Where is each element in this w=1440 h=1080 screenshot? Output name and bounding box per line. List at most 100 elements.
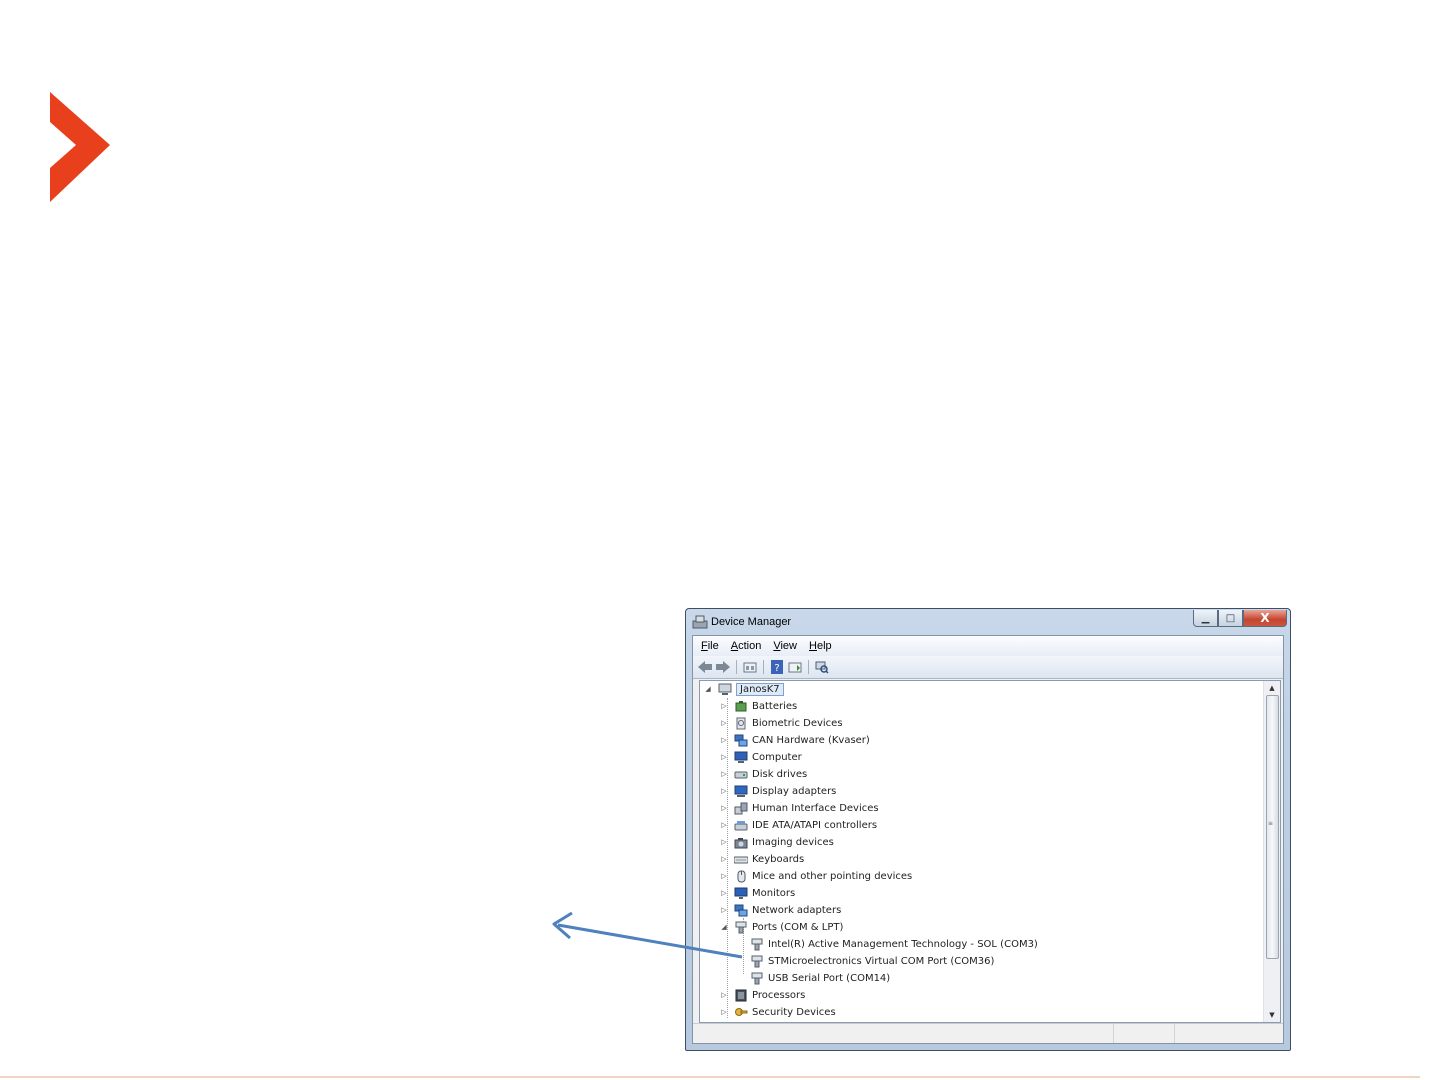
keyboard-icon [734,856,748,863]
network-icon [734,734,748,746]
expand-arrow-icon[interactable]: ▷ [720,770,728,778]
tree-category-label: Disk drives [752,768,808,780]
collapse-arrow-icon[interactable]: ◢ [704,685,712,693]
tree-category-label: CAN Hardware (Kvaser) [752,734,870,746]
tree-category-batteries[interactable]: ▷ Batteries [720,698,797,714]
menu-file[interactable]: File [701,640,719,652]
scrollbar-thumb[interactable] [1266,695,1279,959]
update-driver-icon[interactable] [787,659,803,675]
tree-category-mice[interactable]: ▷ Mice and other pointing devices [720,868,912,884]
scan-hardware-icon[interactable] [814,659,830,675]
tree-category-ide[interactable]: ▷ IDE ATA/ATAPI controllers [720,817,877,833]
expand-arrow-icon[interactable]: ▷ [720,838,728,846]
tree-category-label: Computer [752,751,802,763]
minimize-button[interactable]: ▁ [1193,610,1218,627]
device-manager-icon [692,615,708,629]
status-pane [693,1024,1113,1043]
tree-category-label: Display adapters [752,785,837,797]
camera-icon [734,837,748,848]
status-pane [1174,1024,1235,1043]
device-tree-pane[interactable]: ◢ JanosK7 ▷ Batteries ▷ Biometric Device… [699,680,1281,1023]
tree-category-label: Ports (COM & LPT) [752,921,844,933]
scroll-up-icon[interactable]: ▲ [1264,681,1280,695]
expand-arrow-icon[interactable]: ▷ [720,753,728,761]
status-pane [1113,1024,1174,1043]
tree-category-label: Imaging devices [752,836,834,848]
window-client: File Action View Help ? ◢ JanosK7 ▷ Batt… [692,635,1284,1044]
tree-category-can-hardware[interactable]: ▷ CAN Hardware (Kvaser) [720,732,870,748]
tree-category-keyboards[interactable]: ▷ Keyboards [720,851,804,867]
tree-category-label: Human Interface Devices [752,802,879,814]
processor-icon [735,989,747,1001]
toolbar: ? [693,656,1283,679]
tree-category-label: Security Devices [752,1006,836,1018]
tree-category-label: Processors [752,989,806,1001]
expand-arrow-icon[interactable]: ▷ [720,1008,728,1016]
tree-device-usb-serial-port[interactable]: USB Serial Port (COM14) [750,970,890,986]
ide-icon [734,820,748,830]
tree-root-label: JanosK7 [736,682,784,696]
toolbar-separator [736,660,737,674]
toolbar-separator [808,660,809,674]
expand-arrow-icon[interactable]: ▷ [720,702,728,710]
expand-arrow-icon[interactable]: ▷ [720,855,728,863]
expand-arrow-icon[interactable]: ▷ [720,787,728,795]
maximize-button[interactable]: □ [1218,610,1243,627]
callout-arrow-icon [552,911,743,959]
tree-root[interactable]: ◢ JanosK7 [704,681,784,697]
expand-arrow-icon[interactable]: ▷ [720,991,728,999]
expand-arrow-icon[interactable]: ▷ [720,889,728,897]
expand-arrow-icon[interactable]: ▷ [720,719,728,727]
tree-category-biometric[interactable]: ▷ Biometric Devices [720,715,843,731]
caption-buttons: ▁ □ X [1193,610,1287,628]
tree-category-security[interactable]: ▷ Security Devices [720,1004,836,1020]
tree-device-label: STMicroelectronics Virtual COM Port (COM… [768,955,995,967]
forward-icon[interactable] [715,659,731,675]
monitor-icon [734,887,748,899]
tree-category-disk-drives[interactable]: ▷ Disk drives [720,766,807,782]
chevron-logo-icon [50,92,110,202]
tree-category-label: Mice and other pointing devices [752,870,913,882]
tree-category-processors[interactable]: ▷ Processors [720,987,805,1003]
svg-text:?: ? [774,663,779,674]
tree-category-label: Biometric Devices [752,717,843,729]
tree-category-imaging[interactable]: ▷ Imaging devices [720,834,834,850]
tree-category-display-adapters[interactable]: ▷ Display adapters [720,783,836,799]
device-manager-window[interactable]: Device Manager ▁ □ X File Action View He… [685,608,1291,1051]
disk-icon [734,771,748,778]
display-icon [734,785,748,797]
expand-arrow-icon[interactable]: ▷ [720,821,728,829]
footer-divider [0,1076,1420,1078]
expand-arrow-icon[interactable]: ▷ [720,804,728,812]
menu-action[interactable]: Action [731,640,762,652]
scrollbar-grip-icon: ≡ [1268,820,1274,827]
properties-icon[interactable] [742,659,758,675]
tree-device-intel-amt-sol[interactable]: Intel(R) Active Management Technology - … [750,936,1038,952]
tree-device-stm-virtual-com[interactable]: STMicroelectronics Virtual COM Port (COM… [750,953,994,969]
tree-category-label: Batteries [752,700,798,712]
tree-category-computer[interactable]: ▷ Computer [720,749,802,765]
title-bar[interactable]: Device Manager ▁ □ X [686,609,1290,635]
window-title: Device Manager [711,616,792,628]
help-icon[interactable]: ? [769,659,785,675]
expand-arrow-icon[interactable]: ▷ [720,736,728,744]
vertical-scrollbar[interactable]: ▲ ≡ ▼ [1263,681,1280,1022]
tree-device-label: USB Serial Port (COM14) [768,972,891,984]
scroll-down-icon[interactable]: ▼ [1264,1008,1280,1022]
tree-category-label: Network adapters [752,904,842,916]
tree-device-label: Intel(R) Active Management Technology - … [768,938,1038,950]
computer-icon [718,683,732,695]
batteries-icon [735,700,747,711]
biometric-icon [736,717,746,729]
menu-view[interactable]: View [773,640,797,652]
tree-category-label: Monitors [752,887,796,899]
menu-help[interactable]: Help [809,640,832,652]
tree-category-hid[interactable]: ▷ Human Interface Devices [720,800,879,816]
back-icon[interactable] [697,659,713,675]
close-button[interactable]: X [1243,610,1287,627]
expand-arrow-icon[interactable]: ▷ [720,872,728,880]
tree-category-label: Keyboards [752,853,805,865]
menu-bar: File Action View Help [693,636,1283,656]
tree-category-monitors[interactable]: ▷ Monitors [720,885,795,901]
toolbar-separator [763,660,764,674]
